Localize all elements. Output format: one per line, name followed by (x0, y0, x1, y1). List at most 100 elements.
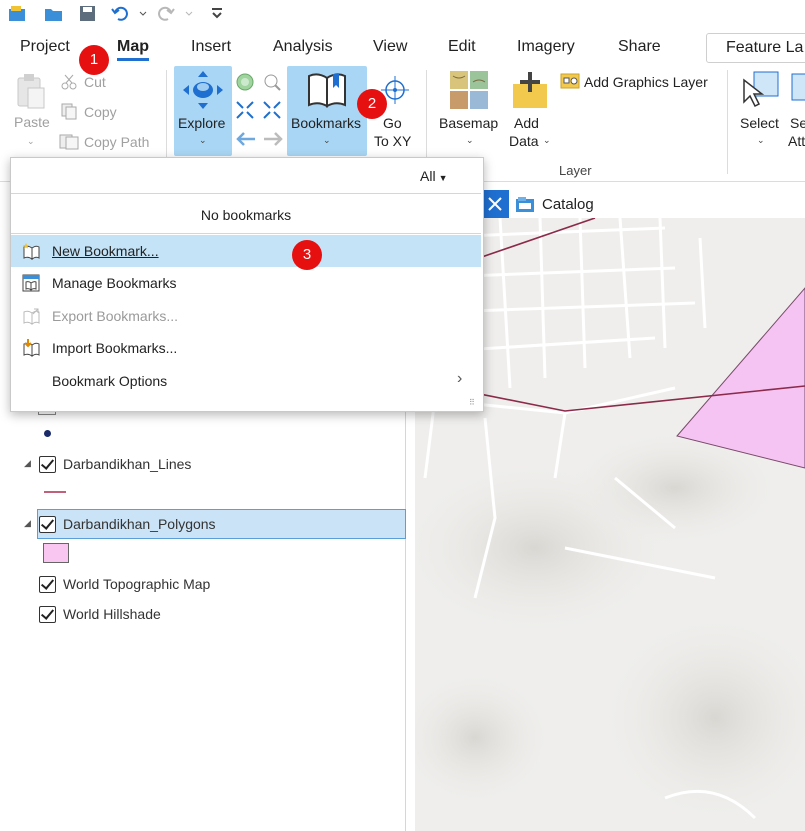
copy-path-icon (58, 132, 80, 150)
ribbon-separator (727, 70, 728, 174)
select-by-attributes-icon (790, 70, 805, 110)
bookmark-filter-select[interactable]: All ▼ (420, 168, 447, 184)
no-bookmarks-text: No bookmarks (200, 207, 292, 223)
paste-button[interactable]: Paste (14, 114, 50, 130)
tab-view[interactable]: View (373, 38, 407, 56)
redo-dropdown-icon[interactable] (185, 4, 193, 22)
ribbon-tabs: Project Map Insert Analysis View Edit Im… (0, 28, 805, 64)
select-by-attributes-label-2[interactable]: Att (788, 133, 805, 149)
layer-visibility-checkbox[interactable] (39, 576, 56, 593)
add-data-label-1[interactable]: Add (514, 115, 539, 131)
tab-share[interactable]: Share (618, 38, 661, 56)
layer-row: ◢ Darbandikhan_Polygons (0, 511, 405, 537)
full-extent-icon[interactable] (235, 72, 255, 92)
export-bookmarks-icon (22, 307, 40, 325)
menu-item-manage-bookmarks[interactable]: Manage Bookmarks (11, 267, 481, 299)
layer-row: World Topographic Map (0, 571, 405, 597)
layer-row: ◢ Darbandikhan_Lines (0, 451, 405, 477)
tab-edit[interactable]: Edit (448, 38, 476, 56)
tab-imagery[interactable]: Imagery (517, 38, 575, 56)
cut-button[interactable]: Cut (84, 74, 106, 90)
add-data-chevron-icon: ⌄ (543, 135, 551, 145)
redo-icon[interactable] (156, 4, 176, 22)
tab-feature-layer[interactable]: Feature La (706, 33, 805, 63)
point-symbol (44, 430, 51, 437)
catalog-icon (515, 195, 535, 213)
go-to-xy-label-2[interactable]: To XY (374, 133, 411, 149)
layer-name[interactable]: Darbandikhan_Polygons (63, 516, 216, 532)
layer-visibility-checkbox[interactable] (39, 516, 56, 533)
collapse-triangle-icon[interactable]: ◢ (24, 518, 31, 529)
polygon-symbol (43, 543, 69, 563)
undo-icon[interactable] (110, 4, 130, 22)
step-badge-2: 2 (357, 89, 387, 119)
tab-analysis[interactable]: Analysis (273, 38, 333, 56)
line-symbol (44, 491, 66, 493)
layer-name[interactable]: Darbandikhan_Lines (63, 456, 191, 472)
close-icon (488, 197, 502, 211)
tab-map[interactable]: Map (117, 38, 149, 61)
previous-extent-icon[interactable] (235, 130, 257, 148)
bookmarks-dropdown: All ▼ No bookmarks New Bookmark... Manage… (10, 157, 484, 412)
tab-project[interactable]: Project (20, 38, 70, 56)
copy-icon (60, 102, 78, 120)
basemap-button[interactable]: Basemap (439, 115, 498, 131)
manage-bookmarks-icon (22, 274, 40, 292)
go-to-xy-label-1[interactable]: Go (383, 115, 402, 131)
basemap-icon (449, 70, 489, 110)
tab-catalog[interactable]: Catalog (542, 196, 594, 213)
explore-chevron-icon: ⌄ (199, 135, 207, 145)
bookmarks-label: Bookmarks (291, 115, 362, 131)
bookmarks-icon (306, 70, 348, 108)
step-badge-3: 3 (292, 240, 322, 270)
open-project-icon[interactable] (44, 4, 64, 22)
add-data-label-2[interactable]: Data (509, 133, 539, 149)
bookmarks-chevron-icon: ⌄ (323, 135, 331, 145)
select-icon (742, 70, 782, 110)
explore-icon (182, 70, 224, 110)
copy-button[interactable]: Copy (84, 104, 117, 120)
paste-chevron-icon: ⌄ (27, 136, 35, 146)
filter-chevron-down-icon: ▼ (438, 173, 448, 183)
basemap-chevron-icon: ⌄ (466, 135, 474, 145)
select-chevron-icon: ⌄ (757, 135, 765, 145)
quick-access-toolbar (0, 0, 805, 28)
zoom-to-selection-icon[interactable] (262, 72, 282, 92)
collapse-triangle-icon[interactable]: ◢ (24, 458, 31, 469)
cut-icon (60, 74, 78, 90)
menu-item-new-bookmark[interactable]: New Bookmark... (11, 235, 481, 267)
fixed-zoom-out-icon[interactable] (262, 100, 282, 120)
menu-divider (11, 193, 481, 194)
add-data-icon (511, 70, 549, 110)
undo-dropdown-icon[interactable] (139, 4, 147, 22)
layer-row: World Hillshade (0, 601, 405, 627)
explore-label: Explore (178, 115, 226, 131)
layer-visibility-checkbox[interactable] (39, 606, 56, 623)
new-bookmark-icon (22, 242, 40, 260)
menu-divider (11, 233, 481, 234)
copy-path-button[interactable]: Copy Path (84, 134, 149, 150)
layer-name[interactable]: World Topographic Map (63, 576, 210, 592)
select-by-attributes-label-1[interactable]: Se (790, 115, 805, 131)
paste-icon (14, 72, 48, 112)
next-extent-icon[interactable] (262, 130, 284, 148)
submenu-chevron-right-icon: › (457, 370, 463, 387)
menu-item-bookmark-options[interactable]: Bookmark Options › (11, 365, 481, 397)
layer-visibility-checkbox[interactable] (39, 456, 56, 473)
add-graphics-layer-button[interactable]: Add Graphics Layer (584, 74, 708, 90)
menu-item-export-bookmarks[interactable]: Export Bookmarks... (11, 300, 481, 332)
add-graphics-layer-icon (560, 72, 580, 90)
tab-insert[interactable]: Insert (191, 38, 231, 56)
new-project-icon[interactable] (8, 4, 28, 22)
select-button[interactable]: Select (740, 115, 779, 131)
resize-grip-icon[interactable]: ⠿ (469, 398, 475, 407)
layer-name[interactable]: World Hillshade (63, 606, 161, 622)
layer-group-label: Layer (559, 163, 592, 178)
step-badge-1: 1 (79, 45, 109, 75)
customize-toolbar-icon[interactable] (210, 4, 224, 22)
close-map-tab-button[interactable] (481, 190, 509, 218)
import-bookmarks-icon (22, 339, 40, 357)
fixed-zoom-in-icon[interactable] (235, 100, 255, 120)
save-project-icon[interactable] (78, 4, 98, 22)
menu-item-import-bookmarks[interactable]: Import Bookmarks... (11, 332, 481, 364)
